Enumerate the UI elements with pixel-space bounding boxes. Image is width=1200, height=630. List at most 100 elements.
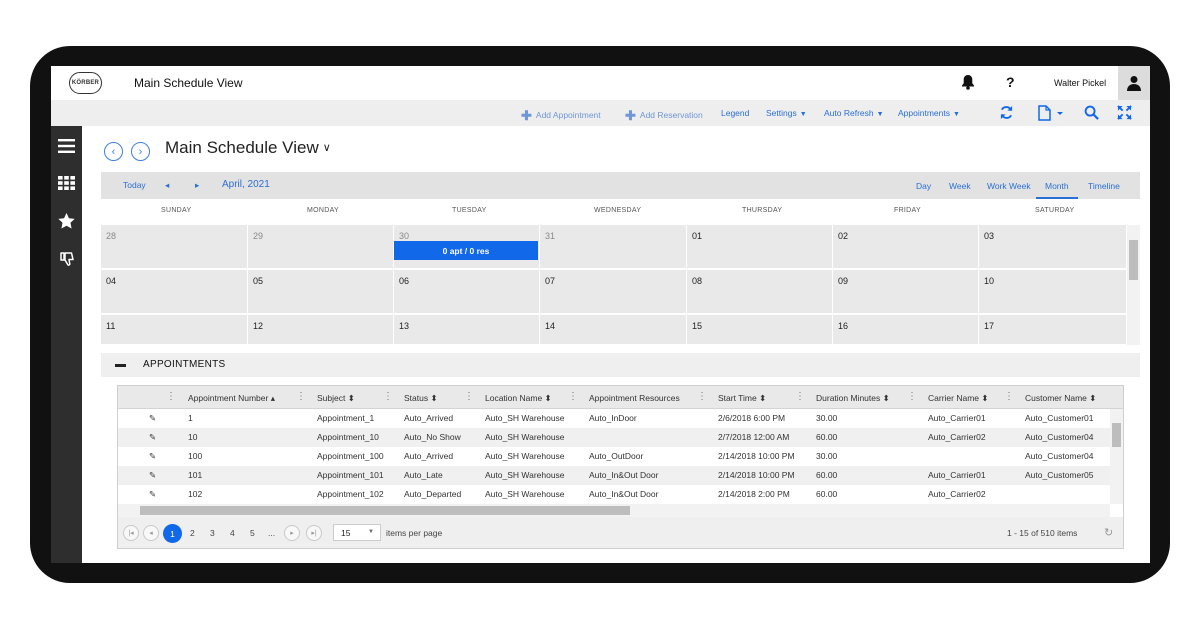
page-current[interactable]: 1 (163, 524, 182, 543)
edit-pencil-icon[interactable]: ✎ (149, 489, 156, 500)
favorites-star-icon[interactable] (57, 211, 76, 230)
page-link[interactable]: 4 (230, 528, 235, 538)
view-week-tab[interactable]: Week (949, 181, 971, 191)
day-cell[interactable]: 13 (394, 315, 540, 345)
calendar-prev-button[interactable]: ◂ (165, 180, 169, 191)
refresh-icon[interactable]: ↻ (1104, 526, 1113, 539)
collapse-icon[interactable] (115, 364, 126, 367)
last-page-button[interactable]: ▸| (306, 525, 322, 541)
day-cell[interactable]: 11 (101, 315, 248, 345)
legend-button[interactable]: Legend (721, 108, 749, 118)
calendar-next-button[interactable]: ▸ (195, 180, 199, 191)
column-header[interactable]: Status ⬍ (404, 393, 438, 404)
day-cell[interactable]: 07 (540, 270, 687, 314)
day-cell[interactable]: 03 (979, 225, 1127, 269)
page-link[interactable]: 3 (210, 528, 215, 538)
scroll-thumb[interactable] (1112, 423, 1121, 447)
day-cell[interactable]: 04 (101, 270, 248, 314)
page-title-dropdown[interactable]: Main Schedule View ∨ (165, 138, 331, 158)
column-menu-icon[interactable]: ⋮ (795, 391, 805, 402)
column-header[interactable]: Customer Name ⬍ (1025, 393, 1096, 404)
page-size-select[interactable]: 15 ▼ (333, 524, 381, 541)
view-day-tab[interactable]: Day (916, 181, 931, 191)
day-cell[interactable]: 05 (248, 270, 394, 314)
appointments-menu[interactable]: Appointments ▼ (898, 108, 960, 118)
add-reservation-button[interactable]: ✚ Add Reservation (625, 108, 703, 124)
column-menu-icon[interactable]: ⋮ (296, 391, 306, 402)
thumbs-down-icon[interactable] (57, 249, 76, 268)
view-timeline-tab[interactable]: Timeline (1088, 181, 1120, 191)
apps-grid-icon[interactable] (57, 173, 76, 192)
page-link[interactable]: 2 (190, 528, 195, 538)
column-header[interactable]: Appointment Resources (589, 393, 680, 403)
page-link[interactable]: 5 (250, 528, 255, 538)
next-view-button[interactable]: › (131, 142, 150, 161)
search-icon[interactable] (1084, 105, 1099, 125)
edit-pencil-icon[interactable]: ✎ (149, 432, 156, 443)
column-header[interactable]: Carrier Name ⬍ (928, 393, 989, 404)
column-header[interactable]: Appointment Number ▴ (188, 393, 275, 404)
table-row[interactable]: ✎ 1 Appointment_1 Auto_Arrived Auto_SH W… (118, 409, 1110, 428)
menu-icon[interactable] (57, 136, 76, 155)
column-menu-icon[interactable]: ⋮ (907, 391, 917, 402)
prev-view-button[interactable]: ‹ (104, 142, 123, 161)
scroll-thumb[interactable] (140, 506, 630, 515)
day-cell[interactable]: 09 (833, 270, 979, 314)
table-row[interactable]: ✎ 102 Appointment_102 Auto_Departed Auto… (118, 485, 1110, 504)
calendar-scrollbar[interactable] (1127, 225, 1140, 345)
day-cell[interactable]: 29 (248, 225, 394, 269)
column-header[interactable]: Start Time ⬍ (718, 393, 766, 404)
scroll-thumb[interactable] (1129, 240, 1138, 280)
edit-pencil-icon[interactable]: ✎ (149, 451, 156, 462)
event-summary-bar[interactable]: 0 apt / 0 res (394, 241, 538, 260)
prev-page-button[interactable]: ◂ (143, 525, 159, 541)
day-cell[interactable]: 31 (540, 225, 687, 269)
day-cell[interactable]: 01 (687, 225, 833, 269)
auto-refresh-menu[interactable]: Auto Refresh ▼ (824, 108, 884, 118)
column-menu-icon[interactable]: ⋮ (166, 391, 176, 402)
column-menu-icon[interactable]: ⋮ (383, 391, 393, 402)
grid-horizontal-scrollbar[interactable] (118, 504, 1110, 517)
document-menu-icon[interactable] (1037, 105, 1065, 126)
day-cell[interactable]: 30 0 apt / 0 res (394, 225, 540, 269)
column-menu-icon[interactable]: ⋮ (697, 391, 707, 402)
day-cell[interactable]: 06 (394, 270, 540, 314)
edit-pencil-icon[interactable]: ✎ (149, 470, 156, 481)
settings-menu[interactable]: Settings ▼ (766, 108, 807, 118)
table-row[interactable]: ✎ 10 Appointment_10 Auto_No Show Auto_SH… (118, 428, 1110, 447)
first-page-button[interactable]: |◂ (123, 525, 139, 541)
day-cell[interactable]: 14 (540, 315, 687, 345)
add-appointment-button[interactable]: ✚ Add Appointment (521, 108, 601, 124)
column-menu-icon[interactable]: ⋮ (1004, 391, 1014, 402)
user-name[interactable]: Walter Pickel (1054, 78, 1106, 88)
refresh-icon[interactable] (999, 105, 1014, 125)
column-header[interactable]: Duration Minutes ⬍ (816, 393, 890, 404)
day-cell[interactable]: 17 (979, 315, 1127, 345)
day-cell[interactable]: 08 (687, 270, 833, 314)
column-menu-icon[interactable]: ⋮ (568, 391, 578, 402)
view-work-week-tab[interactable]: Work Week (987, 181, 1031, 191)
help-icon[interactable]: ? (1006, 74, 1015, 90)
column-menu-icon[interactable]: ⋮ (464, 391, 474, 402)
bell-icon[interactable] (961, 74, 975, 95)
day-cell[interactable]: 16 (833, 315, 979, 345)
table-row[interactable]: ✎ 101 Appointment_101 Auto_Late Auto_SH … (118, 466, 1110, 485)
page-link[interactable]: ... (268, 528, 275, 538)
next-page-button[interactable]: ▸ (284, 525, 300, 541)
calendar-month-label[interactable]: April, 2021 (222, 179, 270, 190)
edit-pencil-icon[interactable]: ✎ (149, 413, 156, 424)
appointments-panel-header[interactable]: APPOINTMENTS (101, 353, 1140, 377)
grid-vertical-scrollbar[interactable] (1110, 409, 1123, 504)
day-cell[interactable]: 28 (101, 225, 248, 269)
table-row[interactable]: ✎ 100 Appointment_100 Auto_Arrived Auto_… (118, 447, 1110, 466)
view-month-tab[interactable]: Month (1036, 181, 1078, 199)
day-cell[interactable]: 02 (833, 225, 979, 269)
day-cell[interactable]: 12 (248, 315, 394, 345)
avatar[interactable] (1118, 66, 1150, 100)
column-header[interactable]: Location Name ⬍ (485, 393, 552, 404)
column-header[interactable]: Subject ⬍ (317, 393, 355, 404)
today-button[interactable]: Today (123, 180, 146, 190)
day-cell[interactable]: 15 (687, 315, 833, 345)
expand-icon[interactable] (1117, 105, 1132, 125)
day-cell[interactable]: 10 (979, 270, 1127, 314)
